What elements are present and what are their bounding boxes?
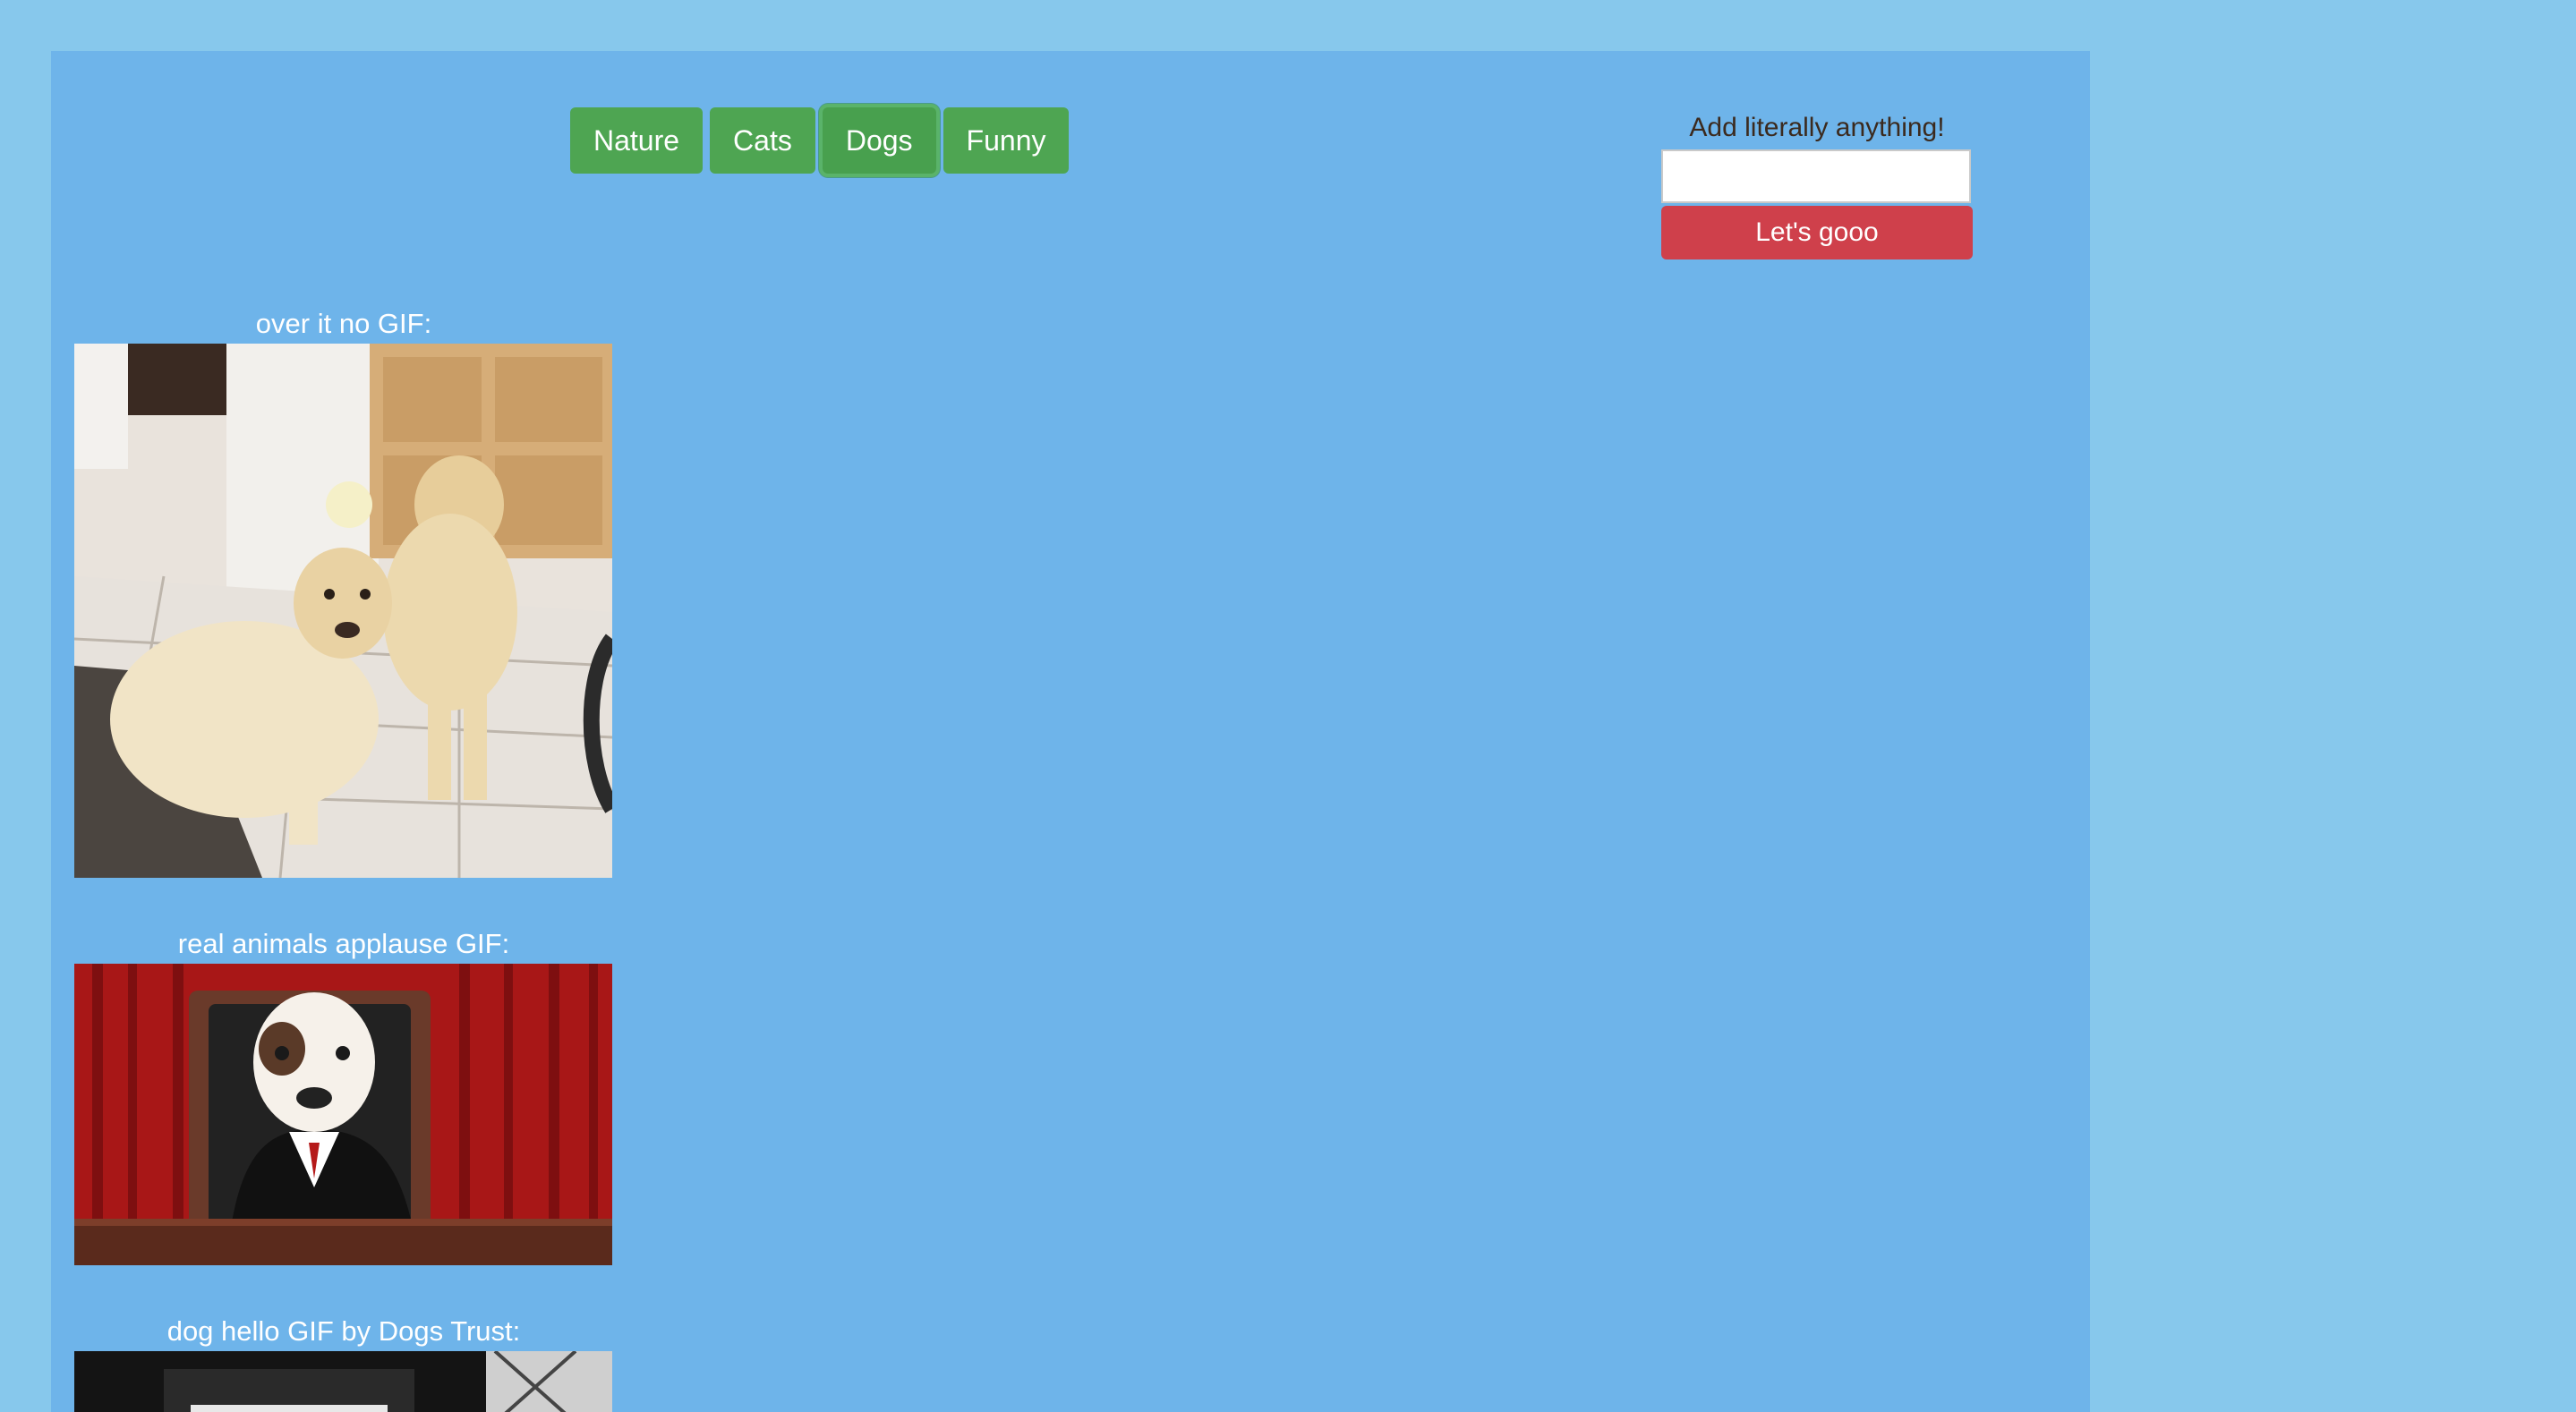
gif-card: dog hello GIF by Dogs Trust:: [74, 1314, 613, 1412]
gif-title: over it no GIF:: [255, 308, 432, 339]
add-topic-input[interactable]: [1661, 149, 1971, 203]
add-topic-form: Add literally anything! Let's gooo: [1661, 110, 1973, 259]
submit-button[interactable]: Let's gooo: [1661, 206, 1973, 259]
add-topic-label: Add literally anything!: [1689, 113, 1945, 142]
topic-button-dogs[interactable]: Dogs: [822, 107, 936, 174]
gif-card: real animals applause GIF:: [74, 926, 613, 1265]
gif-image-dogs-in-kitchen: [74, 344, 612, 878]
gif-title: dog hello GIF by Dogs Trust:: [166, 1315, 521, 1347]
gif-card: over it no GIF:: [74, 306, 613, 878]
topic-button-bar: Nature Cats Dogs Funny: [570, 107, 1070, 174]
app-panel: Nature Cats Dogs Funny Add literally any…: [51, 51, 2090, 1412]
topic-button-nature[interactable]: Nature: [570, 107, 704, 174]
gif-image-dog-hello: [74, 1351, 612, 1412]
topic-button-funny[interactable]: Funny: [943, 107, 1070, 174]
topic-button-cats[interactable]: Cats: [710, 107, 815, 174]
gif-title: real animals applause GIF:: [177, 928, 510, 959]
gif-image-dog-judge: [74, 964, 612, 1265]
